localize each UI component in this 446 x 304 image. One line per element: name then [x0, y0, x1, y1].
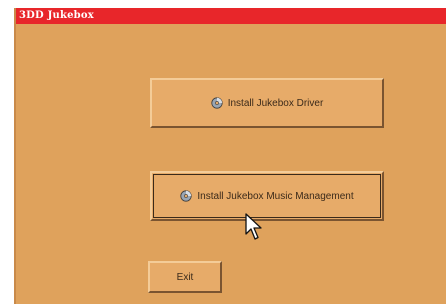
- jukebox-window: 3DD Jukebox Install Jukebox Driver Insta…: [14, 8, 446, 304]
- install-music-management-label: Install Jukebox Music Management: [197, 190, 354, 202]
- install-driver-label: Install Jukebox Driver: [227, 97, 324, 109]
- install-driver-button[interactable]: Install Jukebox Driver: [150, 78, 384, 128]
- install-music-management-button[interactable]: Install Jukebox Music Management: [150, 171, 384, 221]
- window-title: 3DD Jukebox: [16, 8, 446, 24]
- exit-button[interactable]: Exit: [148, 261, 222, 293]
- exit-label: Exit: [176, 271, 194, 283]
- cd-disc-icon: [211, 97, 223, 109]
- arrow-cursor-icon: [245, 213, 262, 240]
- cd-disc-icon: [180, 190, 193, 202]
